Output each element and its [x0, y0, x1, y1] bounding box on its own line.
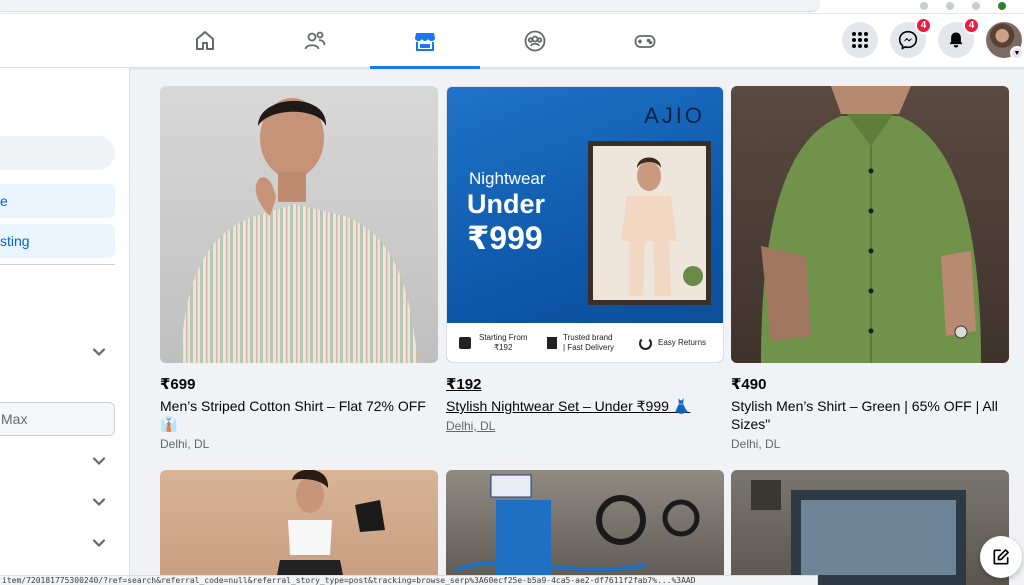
marketplace-search-input[interactable]	[0, 136, 115, 170]
ad-strip-text: Easy Returns	[658, 338, 707, 347]
product-title: Men’s Striped Cotton Shirt – Flat 72% OF…	[160, 398, 426, 432]
nav-tab-gaming[interactable]	[590, 14, 700, 68]
messenger-badge: 4	[915, 17, 932, 34]
chevron-down-icon[interactable]	[92, 454, 106, 468]
friends-icon	[304, 31, 326, 50]
gaming-icon	[634, 35, 656, 48]
nav-tab-home[interactable]	[150, 14, 260, 68]
browser-status-url: item/720181775300240/?ref=search&referra…	[0, 575, 818, 585]
striped-shirt-photo	[180, 98, 418, 363]
bag-icon	[459, 337, 471, 349]
notifications-button[interactable]: 4	[938, 17, 980, 58]
extension-icon[interactable]	[972, 2, 980, 10]
return-icon	[639, 336, 652, 350]
browser-extension-icons	[920, 2, 1006, 10]
product-title: Stylish Men’s Shirt – Green | 65% OFF | …	[731, 398, 998, 432]
nav-tab-groups[interactable]	[480, 14, 590, 68]
product-price: ₹490	[731, 376, 767, 393]
profile-icon[interactable]	[998, 2, 1006, 10]
product-image[interactable]	[731, 86, 1009, 363]
extension-icon[interactable]	[920, 2, 928, 10]
sidebar-create-button[interactable]: e	[0, 184, 115, 218]
ad-info-strip: Starting From ₹192 Trusted brand | Fast De…	[447, 323, 723, 362]
bell-icon	[949, 32, 963, 48]
sidebar-new-listing-button[interactable]: sting	[0, 224, 115, 258]
product-image[interactable]	[446, 470, 724, 585]
nightwear-model-photo	[593, 146, 706, 300]
product-card[interactable]: ₹699 Men’s Striped Cotton Shirt – Flat 7…	[160, 86, 438, 452]
home-icon	[196, 31, 214, 50]
room-photo	[751, 480, 966, 585]
nav-tab-marketplace[interactable]	[370, 14, 480, 69]
browser-toolbar	[0, 0, 1024, 14]
ad-headline-2: Under	[467, 189, 546, 219]
ajio-brand: AJIO	[644, 103, 705, 128]
notifications-badge: 4	[963, 17, 980, 34]
ad-strip-text: | Fast Delivery	[563, 343, 614, 352]
ad-headline-3: ₹999	[467, 220, 543, 256]
product-image[interactable]	[160, 470, 438, 585]
green-shirt-photo	[761, 86, 981, 363]
product-price: ₹192	[446, 376, 482, 393]
ad-strip-text: ₹192	[494, 343, 513, 352]
product-title: Stylish Nightwear Set – Under ₹999 👗	[446, 398, 691, 414]
product-location: Delhi, DL	[160, 437, 210, 451]
compose-icon	[993, 549, 1009, 565]
product-image[interactable]	[731, 470, 1009, 585]
sidebar-divider	[0, 264, 115, 265]
nav-tab-friends[interactable]	[260, 14, 370, 68]
machinery-photo	[455, 474, 700, 585]
product-image[interactable]: AJIO Nightwear Under ₹999 Starting From ₹…	[446, 86, 724, 363]
marketplace-icon	[415, 33, 435, 51]
badge-icon	[547, 337, 557, 349]
address-bar[interactable]	[0, 0, 820, 12]
main-nav	[150, 14, 700, 69]
groups-icon	[524, 30, 546, 52]
chevron-down-icon[interactable]	[92, 345, 106, 359]
ad-strip-item: Easy Returns	[639, 336, 707, 350]
ad-strip-item: Trusted brand | Fast Delivery	[547, 333, 639, 353]
product-card[interactable]: ₹490 Stylish Men’s Shirt – Green | 65% O…	[731, 86, 1009, 452]
product-card[interactable]: AJIO Nightwear Under ₹999 Starting From ₹…	[446, 86, 724, 434]
grid-menu-icon	[852, 32, 868, 48]
header-actions: 4 4 ▼	[842, 17, 1024, 60]
messenger-button[interactable]: 4	[890, 17, 932, 58]
top-header: 4 4 ▼	[0, 14, 1024, 69]
new-message-button[interactable]	[980, 536, 1022, 578]
ad-photo-frame	[588, 141, 711, 305]
chevron-down-icon[interactable]	[92, 495, 106, 509]
max-price-field[interactable]: Max	[0, 402, 115, 436]
marketplace-sidebar: e sting Max	[0, 68, 130, 585]
chevron-down-icon: ▼	[1010, 46, 1024, 60]
messenger-icon	[898, 30, 918, 50]
chevron-down-icon[interactable]	[92, 536, 106, 550]
account-avatar[interactable]: ▼	[986, 22, 1024, 60]
menu-button[interactable]	[842, 22, 878, 58]
ad-strip-text: Starting From	[479, 333, 528, 342]
ad-strip-text: Trusted brand	[563, 333, 613, 342]
fashion-model-photo	[275, 470, 385, 585]
product-image[interactable]	[160, 86, 438, 363]
product-location: Delhi, DL	[446, 419, 496, 433]
product-location: Delhi, DL	[731, 437, 781, 451]
extension-icon[interactable]	[946, 2, 954, 10]
ad-headline-1: Nightwear	[469, 169, 546, 188]
ad-strip-item: Starting From ₹192	[447, 333, 547, 353]
product-price: ₹699	[160, 376, 196, 393]
